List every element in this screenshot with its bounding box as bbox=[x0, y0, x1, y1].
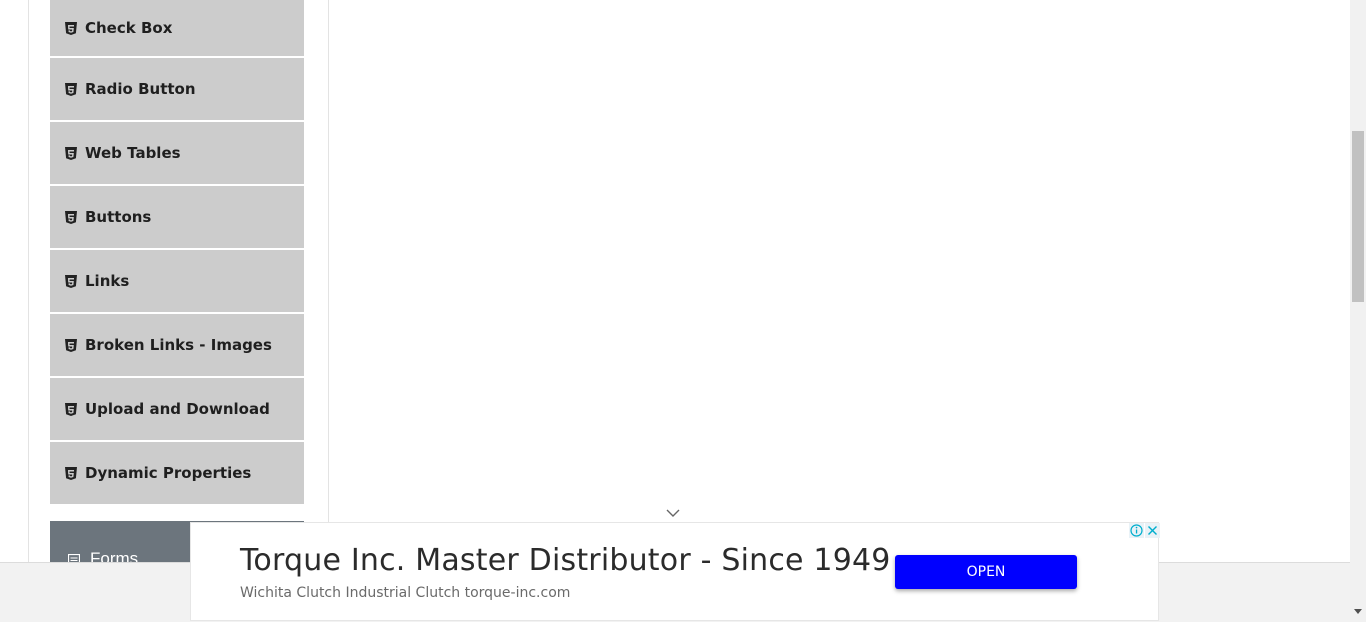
sidebar-item-label: Broken Links - Images bbox=[85, 336, 272, 354]
html5-icon bbox=[65, 210, 77, 224]
chevron-down-icon[interactable] bbox=[666, 508, 680, 518]
sidebar-item-label: Check Box bbox=[85, 19, 173, 37]
ad-open-button[interactable]: OPEN bbox=[895, 555, 1077, 589]
html5-icon bbox=[65, 82, 77, 96]
sidebar-item-label: Dynamic Properties bbox=[85, 464, 252, 482]
sidebar-item-radio-button[interactable]: Radio Button bbox=[50, 58, 304, 120]
ad-title[interactable]: Torque Inc. Master Distributor - Since 1… bbox=[240, 543, 891, 578]
sidebar-item-web-tables[interactable]: Web Tables bbox=[50, 122, 304, 184]
scrollbar-thumb[interactable] bbox=[1352, 131, 1364, 302]
sidebar-item-label: Radio Button bbox=[85, 80, 196, 98]
advertisement[interactable]: Torque Inc. Master Distributor - Since 1… bbox=[190, 522, 1160, 621]
html5-icon bbox=[65, 402, 77, 416]
scroll-down-arrow-icon[interactable] bbox=[1354, 609, 1362, 615]
sidebar-menu: Check Box Radio Button Web Tables Button… bbox=[50, 0, 304, 506]
close-icon[interactable] bbox=[1145, 523, 1160, 538]
sidebar-item-upload-and-download[interactable]: Upload and Download bbox=[50, 378, 304, 440]
html5-icon bbox=[65, 21, 77, 35]
page: Check Box Radio Button Web Tables Button… bbox=[0, 0, 1366, 622]
sidebar-item-label: Web Tables bbox=[85, 144, 181, 162]
sidebar-item-label: Upload and Download bbox=[85, 400, 270, 418]
sidebar-item-broken-links-images[interactable]: Broken Links - Images bbox=[50, 314, 304, 376]
vertical-scrollbar[interactable] bbox=[1350, 0, 1366, 622]
html5-icon bbox=[65, 146, 77, 160]
sidebar-item-label: Links bbox=[85, 272, 130, 290]
info-icon[interactable] bbox=[1129, 523, 1144, 538]
left-divider bbox=[28, 0, 29, 622]
sidebar-item-dynamic-properties[interactable]: Dynamic Properties bbox=[50, 442, 304, 504]
sidebar-item-label: Buttons bbox=[85, 208, 152, 226]
sidebar-item-links[interactable]: Links bbox=[50, 250, 304, 312]
sidebar-item-check-box[interactable]: Check Box bbox=[50, 0, 304, 56]
html5-icon bbox=[65, 466, 77, 480]
html5-icon bbox=[65, 274, 77, 288]
ad-subtitle[interactable]: Wichita Clutch Industrial Clutch torque-… bbox=[240, 585, 570, 601]
html5-icon bbox=[65, 338, 77, 352]
sidebar-item-buttons[interactable]: Buttons bbox=[50, 186, 304, 248]
